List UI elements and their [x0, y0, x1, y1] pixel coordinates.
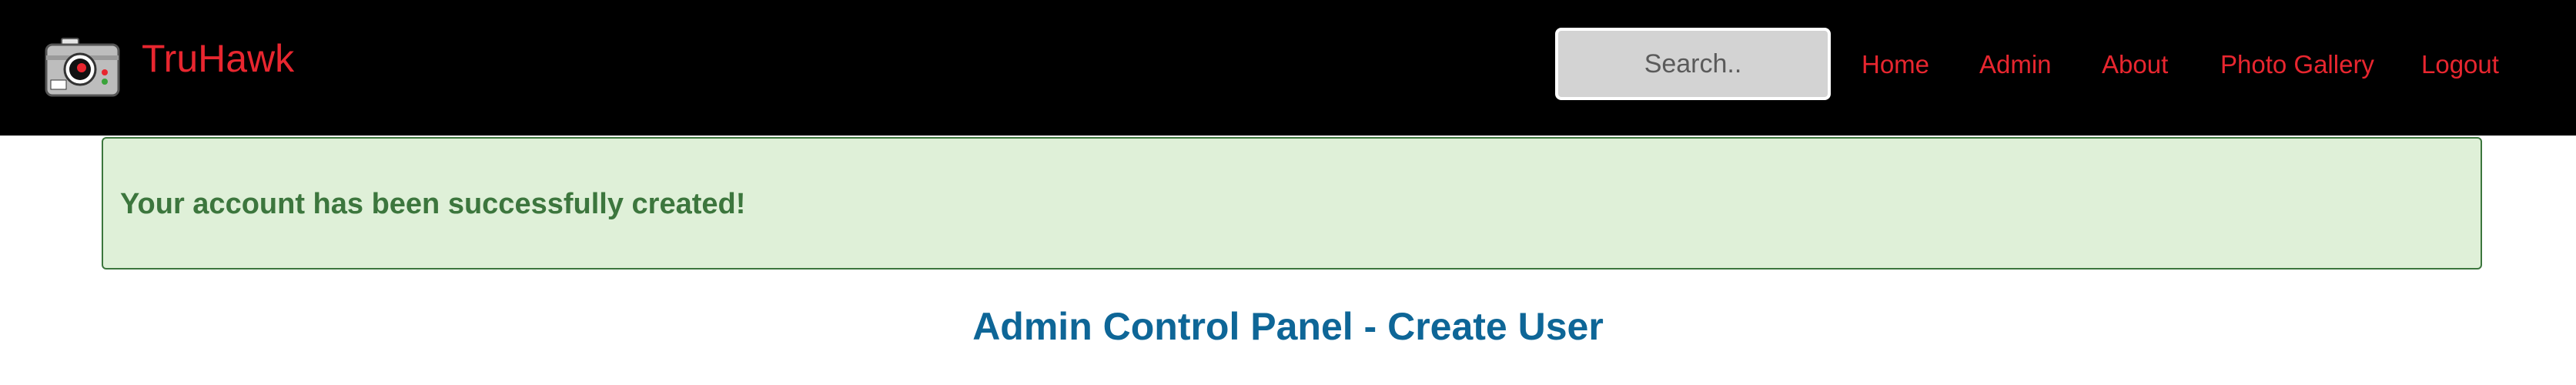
nav-photo-gallery-link[interactable]: Photo Gallery: [2220, 48, 2374, 82]
search-input[interactable]: [1555, 28, 1831, 100]
success-alert: Your account has been successfully creat…: [102, 137, 2482, 270]
nav-logout-link[interactable]: Logout: [2421, 48, 2499, 82]
page-title: Admin Control Panel - Create User: [972, 305, 1604, 348]
brand-logo-text[interactable]: TruHawk: [142, 35, 294, 82]
nav-admin-link[interactable]: Admin: [1979, 48, 2052, 82]
nav-home-link[interactable]: Home: [1862, 48, 1929, 82]
success-alert-message: Your account has been successfully creat…: [120, 188, 746, 220]
top-navbar: TruHawk Home Admin About Photo Gallery L…: [0, 0, 2576, 136]
nav-about-link[interactable]: About: [2102, 48, 2168, 82]
camera-icon[interactable]: [45, 37, 120, 97]
